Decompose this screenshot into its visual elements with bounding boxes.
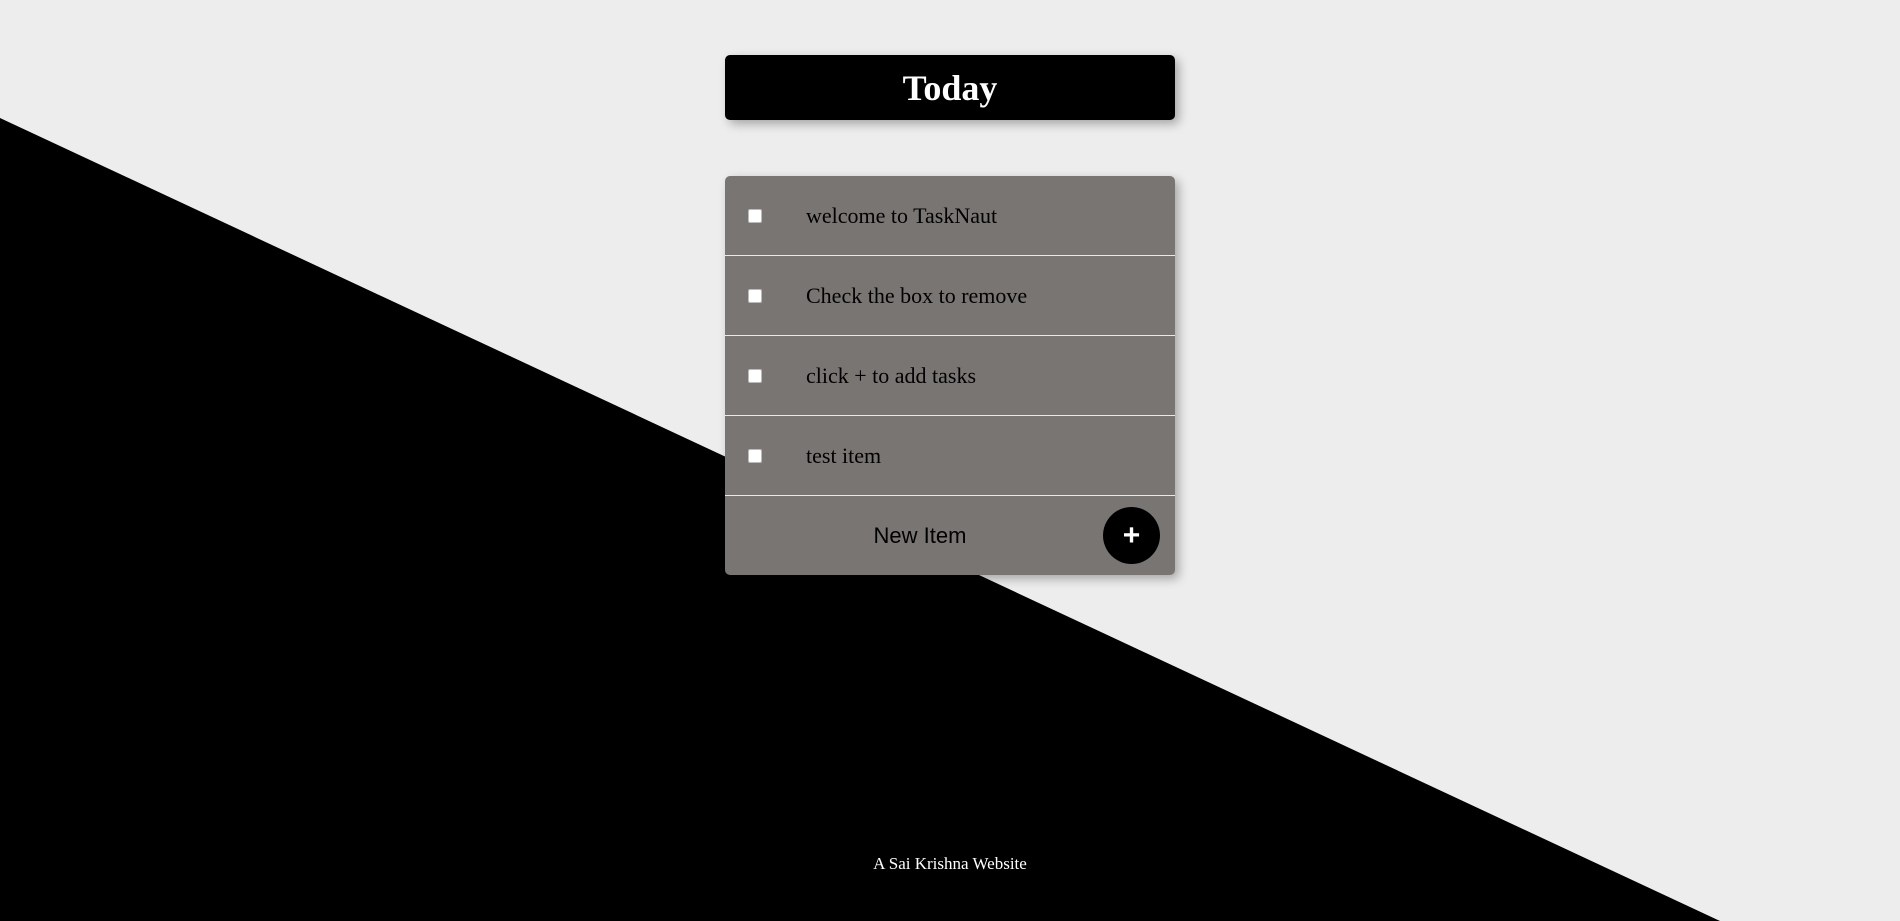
task-label: click + to add tasks [806,362,977,388]
task-label: test item [806,442,882,468]
page-title: Today [902,67,998,108]
list-item: click + to add tasks [725,336,1175,416]
list-item: Check the box to remove [725,256,1175,336]
footer-text: A Sai Krishna Website [873,854,1027,873]
new-item-input[interactable] [725,496,1115,575]
new-item-form: + [725,496,1175,575]
header-box: Today [725,55,1175,120]
task-checkbox[interactable] [748,368,762,383]
task-checkbox[interactable] [748,208,762,223]
task-checkbox[interactable] [748,448,762,463]
list-item: welcome to TaskNaut [725,176,1175,256]
list-item: test item [725,416,1175,496]
task-checkbox[interactable] [748,288,762,303]
task-label: welcome to TaskNaut [806,202,998,228]
task-label: Check the box to remove [806,282,1028,308]
add-task-button[interactable]: + [1103,507,1160,564]
task-list: welcome to TaskNaut Check the box to rem… [725,176,1175,575]
